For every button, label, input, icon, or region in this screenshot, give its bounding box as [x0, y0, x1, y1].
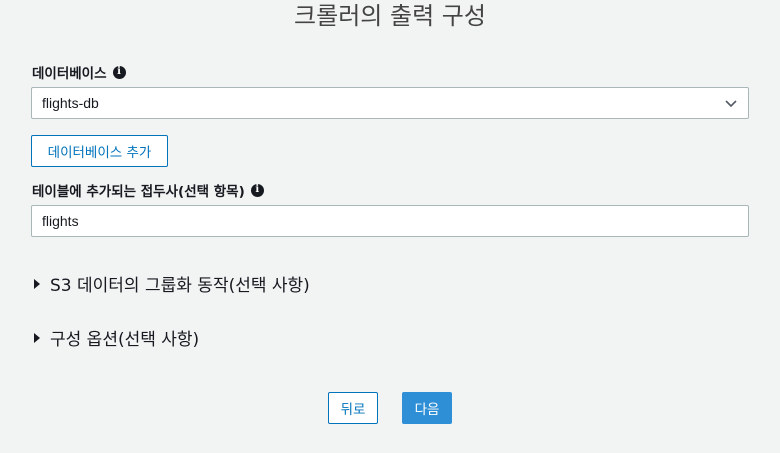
- config-options-title: 구성 옵션(선택 사항): [50, 330, 200, 350]
- chevron-down-icon: [725, 100, 737, 108]
- database-label: 데이터베이스: [32, 66, 107, 82]
- table-prefix-value: flights: [42, 213, 79, 229]
- database-selected-value: flights-db: [42, 95, 99, 111]
- database-label-row: 데이터베이스 i: [32, 62, 126, 82]
- page-title: 크롤러의 출력 구성: [294, 2, 486, 30]
- s3-grouping-title: S3 데이터의 그룹화 동작(선택 사항): [50, 276, 310, 296]
- back-button[interactable]: 뒤로: [328, 392, 378, 424]
- add-database-button[interactable]: 데이터베이스 추가: [31, 135, 168, 167]
- config-options-section[interactable]: 구성 옵션(선택 사항): [34, 325, 199, 350]
- database-select[interactable]: flights-db: [31, 87, 749, 119]
- info-icon[interactable]: i: [112, 65, 126, 79]
- table-prefix-input[interactable]: flights: [31, 205, 749, 237]
- info-icon[interactable]: i: [250, 183, 264, 197]
- prefix-label: 테이블에 추가되는 접두사(선택 항목): [32, 184, 245, 200]
- next-button[interactable]: 다음: [402, 392, 452, 424]
- s3-grouping-section[interactable]: S3 데이터의 그룹화 동작(선택 사항): [34, 271, 310, 296]
- caret-right-icon: [34, 332, 40, 343]
- caret-right-icon: [34, 278, 40, 289]
- prefix-label-row: 테이블에 추가되는 접두사(선택 항목) i: [32, 180, 264, 200]
